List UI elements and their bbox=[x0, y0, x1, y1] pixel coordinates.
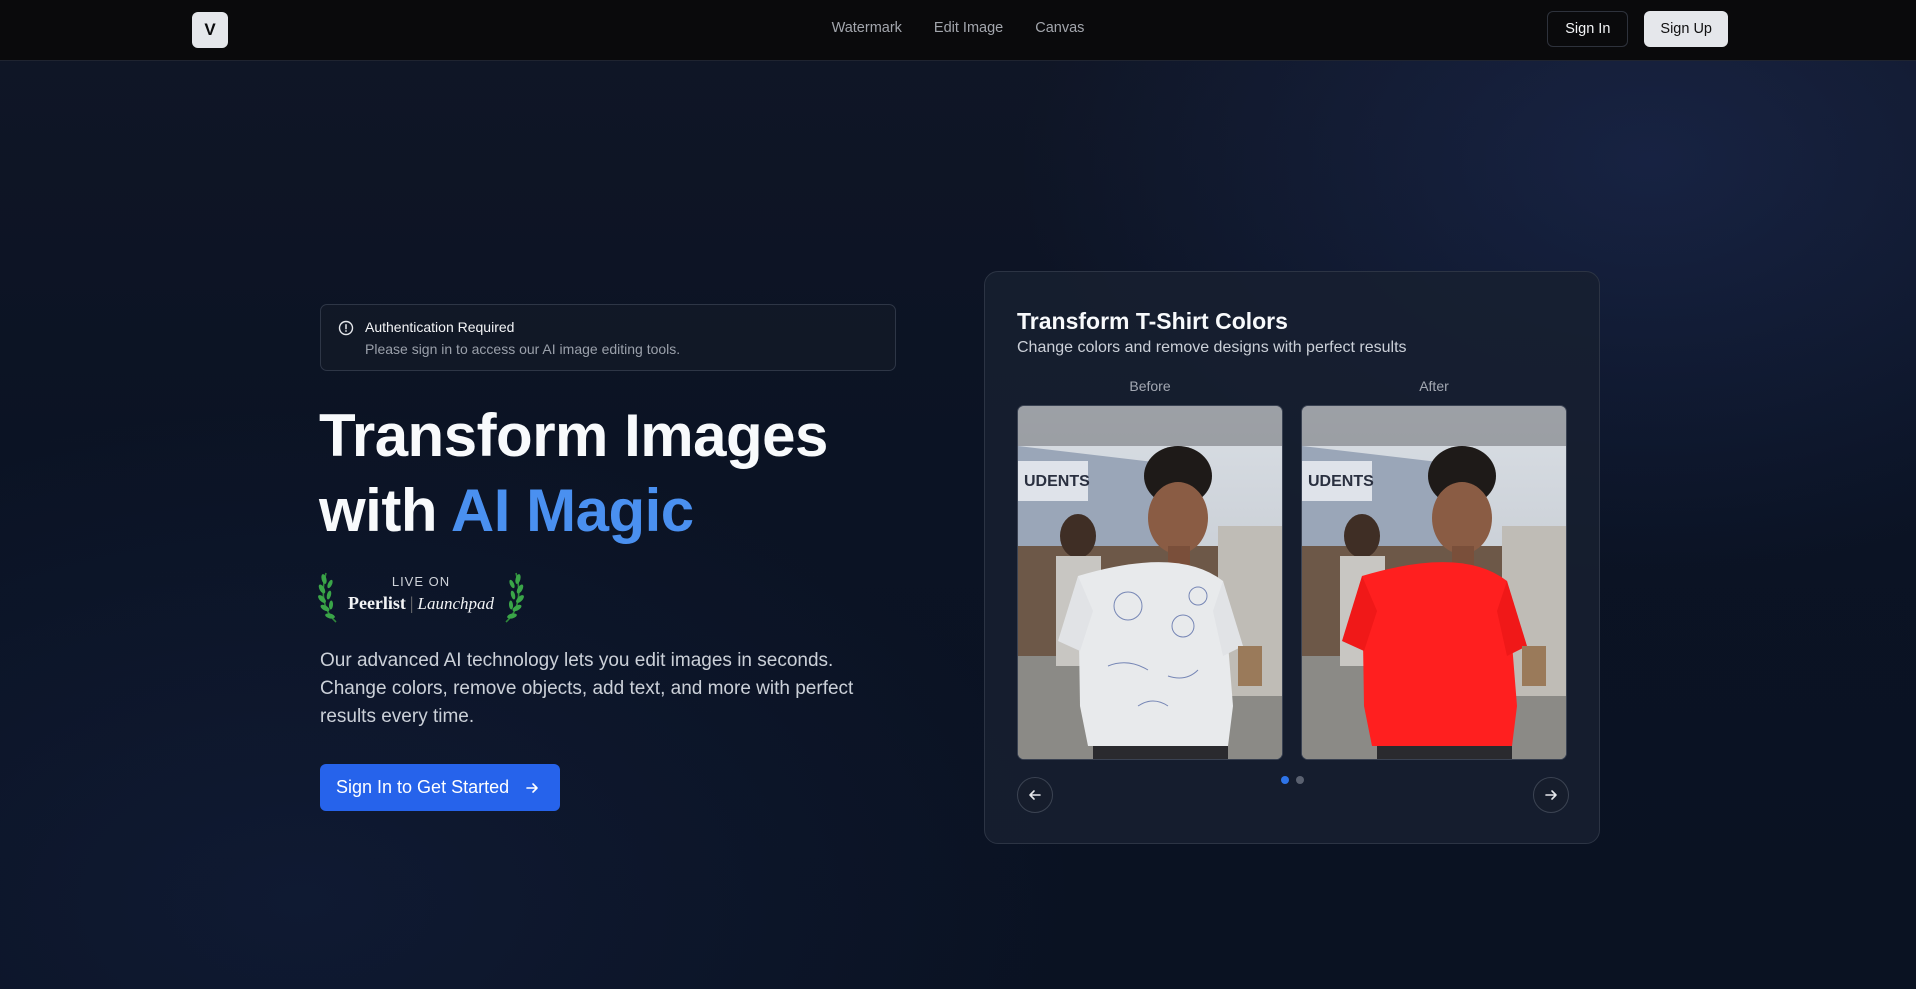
badge-brand: Peerlist | Launchpad bbox=[347, 593, 495, 613]
badge-live-text: LIVE ON bbox=[391, 574, 451, 589]
hero-title-prefix: with bbox=[319, 477, 451, 544]
auth-alert: Authentication Required Please sign in t… bbox=[320, 304, 896, 371]
sign-up-button[interactable]: Sign Up bbox=[1644, 11, 1728, 47]
carousel-dot-1[interactable] bbox=[1281, 776, 1289, 784]
arrow-right-icon bbox=[526, 782, 538, 793]
hero-title-accent: AI Magic bbox=[450, 477, 694, 544]
before-label: Before bbox=[1129, 378, 1171, 394]
hero-description: Our advanced AI technology lets you edit… bbox=[320, 650, 854, 727]
nav-edit-image[interactable]: Edit Image bbox=[934, 20, 1003, 36]
showcase-title: Transform T-Shirt Colors bbox=[1017, 308, 1288, 334]
svg-text:UDENTS: UDENTS bbox=[1024, 473, 1090, 490]
svg-text:UDENTS: UDENTS bbox=[1308, 473, 1374, 490]
hero-title: Transform Images with AI Magic bbox=[319, 398, 828, 548]
laurel-right-icon bbox=[505, 572, 524, 623]
carousel-dot-2[interactable] bbox=[1296, 776, 1304, 784]
arrow-left-icon bbox=[1029, 790, 1041, 800]
alert-description: Please sign in to access our AI image ed… bbox=[365, 341, 681, 357]
after-image: UDENTS bbox=[1301, 405, 1567, 760]
carousel-dots bbox=[1281, 776, 1304, 784]
sign-in-button[interactable]: Sign In bbox=[1547, 11, 1629, 47]
showcase-card: Transform T-Shirt Colors Change colors a… bbox=[984, 271, 1600, 844]
alert-circle-icon bbox=[338, 320, 354, 336]
auth-buttons: Sign In Sign Up bbox=[1547, 11, 1728, 47]
hero-title-line1: Transform Images bbox=[319, 402, 828, 469]
nav-canvas[interactable]: Canvas bbox=[1035, 20, 1084, 36]
carousel-next-button[interactable] bbox=[1533, 777, 1569, 813]
alert-title: Authentication Required bbox=[365, 319, 515, 335]
showcase-subtitle: Change colors and remove designs with pe… bbox=[1017, 339, 1407, 356]
peerlist-launchpad-badge[interactable]: LIVE ON Peerlist | Launchpad bbox=[318, 566, 524, 626]
top-navbar: V Watermark Edit Image Canvas Sign In Si… bbox=[0, 0, 1916, 61]
get-started-label: Sign In to Get Started bbox=[336, 777, 510, 797]
nav-watermark[interactable]: Watermark bbox=[832, 20, 902, 36]
before-image: UDENTS bbox=[1017, 405, 1283, 760]
badge-product-name: Launchpad bbox=[417, 594, 495, 613]
after-label: After bbox=[1419, 378, 1449, 394]
carousel-prev-button[interactable] bbox=[1017, 777, 1053, 813]
arrow-right-icon bbox=[1545, 790, 1557, 800]
get-started-button[interactable]: Sign In to Get Started bbox=[320, 764, 560, 811]
badge-brand-name: Peerlist bbox=[347, 593, 406, 613]
